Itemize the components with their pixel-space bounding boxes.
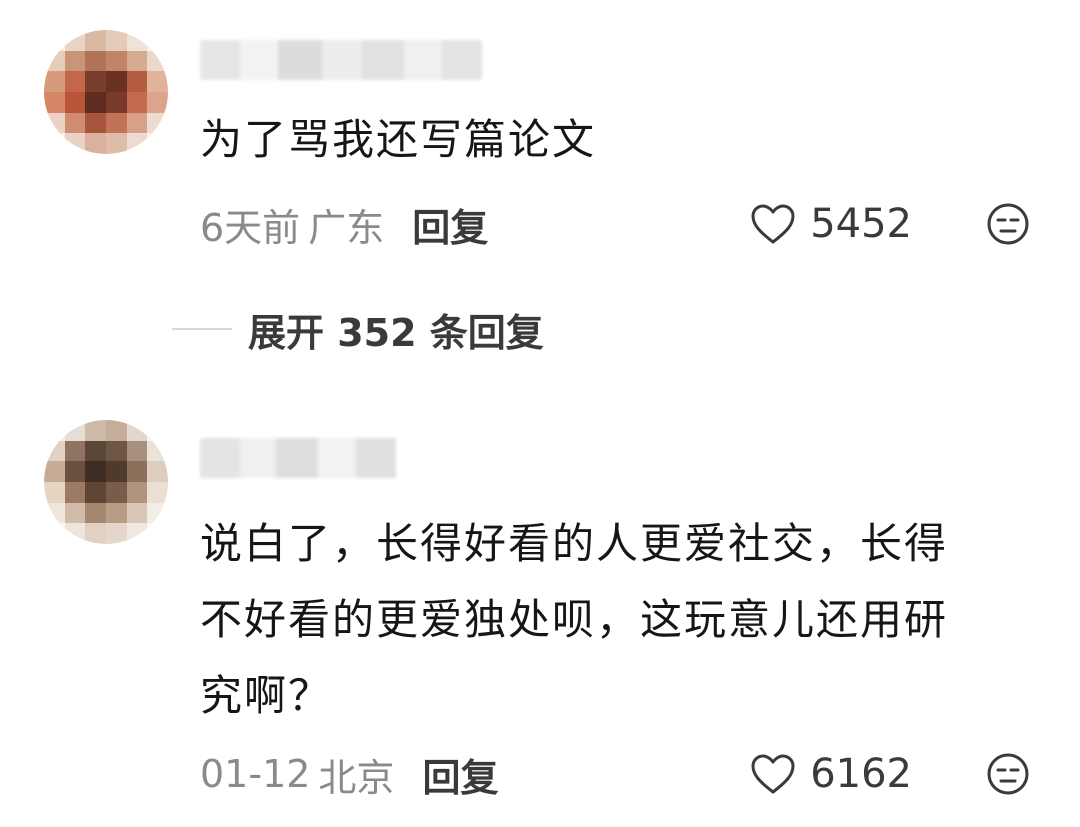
heart-icon [751,754,795,794]
neutral-face-icon[interactable] [986,752,1030,796]
comment-text: 为了骂我还写篇论文 [200,115,597,164]
comment-text: 说白了，长得好看的人更爱社交，长得 不好看的更爱独处呗，这玩意儿还用研 究啊？ [200,506,948,734]
avatar[interactable] [44,30,168,154]
like-button[interactable]: 6162 [750,751,912,797]
divider [172,328,232,330]
comment-meta: 6天前 广东 回复 5452 [200,196,1030,252]
expand-replies-label: 展开 352 条回复 [248,310,544,355]
like-button[interactable]: 5452 [750,201,912,247]
comment-item-2: 说白了，长得好看的人更爱社交，长得 不好看的更爱独处呗，这玩意儿还用研 究啊？ … [0,400,1080,827]
username-blurred[interactable] [200,40,482,80]
comment-location: 北京 [318,755,395,800]
username-blurred[interactable] [200,438,396,478]
comment-text-line: 说白了，长得好看的人更爱社交，长得 [200,519,949,568]
comment-text-line: 不好看的更爱独处呗，这玩意儿还用研 [200,595,949,644]
neutral-face-icon[interactable] [986,202,1030,246]
reply-button[interactable]: 回复 [422,747,498,802]
comment-item-1: 为了骂我还写篇论文 6天前 广东 回复 5452 [0,0,1080,300]
like-count: 6162 [810,751,912,797]
like-count: 5452 [810,201,912,247]
reply-button[interactable]: 回复 [412,197,488,252]
expand-replies-button[interactable]: 展开 352 条回复 [172,304,544,355]
comment-text-line: 究啊？ [200,671,333,720]
avatar[interactable] [44,420,168,544]
comment-time: 6天前 [200,205,301,250]
comment-time: 01-12 [200,752,311,796]
comment-location: 广东 [308,205,385,250]
heart-icon [751,204,795,244]
comment-meta: 01-12 北京 回复 6162 [200,746,1030,802]
